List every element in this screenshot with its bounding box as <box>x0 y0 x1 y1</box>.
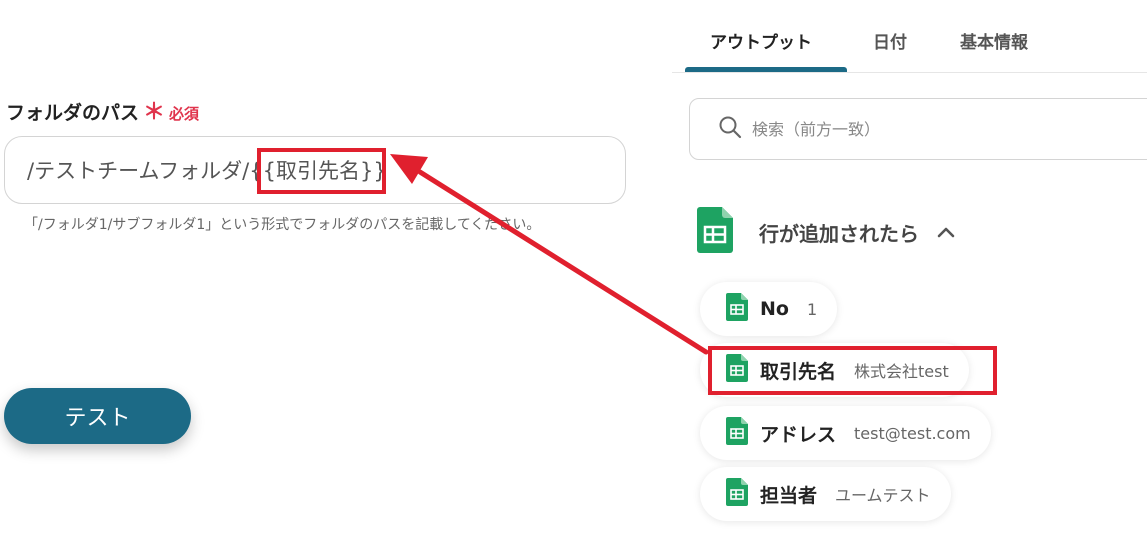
output-value: test@test.com <box>854 423 971 443</box>
output-item-no[interactable]: No 1 <box>700 282 838 336</box>
output-key: アドレス <box>760 423 837 446</box>
sheets-icon <box>726 293 748 325</box>
page: フォルダのパス ＊ 必須 /テストチームフォルダ/{{取引先名}} 「/フォルダ… <box>0 0 1147 536</box>
tab-bar: アウトプット 日付 基本情報 <box>672 0 1147 73</box>
output-key: 担当者 <box>760 484 818 507</box>
test-button[interactable]: テスト <box>4 388 191 444</box>
output-value: 1 <box>806 299 818 319</box>
output-item-client-name[interactable]: 取引先名 株式会社test <box>700 343 969 397</box>
folder-path-input[interactable]: /テストチームフォルダ/{{取引先名}} <box>4 136 626 204</box>
output-value: 株式会社test <box>854 362 949 381</box>
sheets-icon <box>726 354 748 386</box>
search-icon <box>718 115 742 143</box>
trigger-title: 行が追加されたら <box>759 221 919 246</box>
trigger-header[interactable]: 行が追加されたら <box>697 207 955 257</box>
required-text: 必須 <box>169 105 200 123</box>
active-tab-indicator <box>685 67 847 72</box>
google-sheets-icon <box>697 207 733 257</box>
chevron-up-icon[interactable] <box>937 223 955 242</box>
sheets-icon <box>726 478 748 510</box>
tab-output[interactable]: アウトプット <box>710 28 812 53</box>
output-value: ユームテスト <box>835 486 931 505</box>
search-input[interactable] <box>750 118 1114 140</box>
output-key: 取引先名 <box>760 360 837 383</box>
folder-path-label: フォルダのパス ＊ 必須 <box>6 94 199 126</box>
sheets-icon <box>726 417 748 449</box>
tab-basic-info[interactable]: 基本情報 <box>960 28 1028 53</box>
path-token-variable[interactable]: {{取引先名}} <box>249 155 386 185</box>
output-item-person-in-charge[interactable]: 担当者 ユームテスト <box>700 467 951 521</box>
tab-date[interactable]: 日付 <box>873 28 907 53</box>
output-item-address[interactable]: アドレス test@test.com <box>700 406 991 460</box>
folder-path-hint: 「/フォルダ1/サブフォルダ1」という形式でフォルダのパスを記載してください。 <box>24 217 541 233</box>
search-box[interactable] <box>689 98 1147 160</box>
required-star: ＊ <box>143 100 166 125</box>
path-prefix: /テストチームフォルダ/ <box>27 159 250 183</box>
output-key: No <box>760 298 789 320</box>
folder-path-label-text: フォルダのパス <box>6 102 140 124</box>
